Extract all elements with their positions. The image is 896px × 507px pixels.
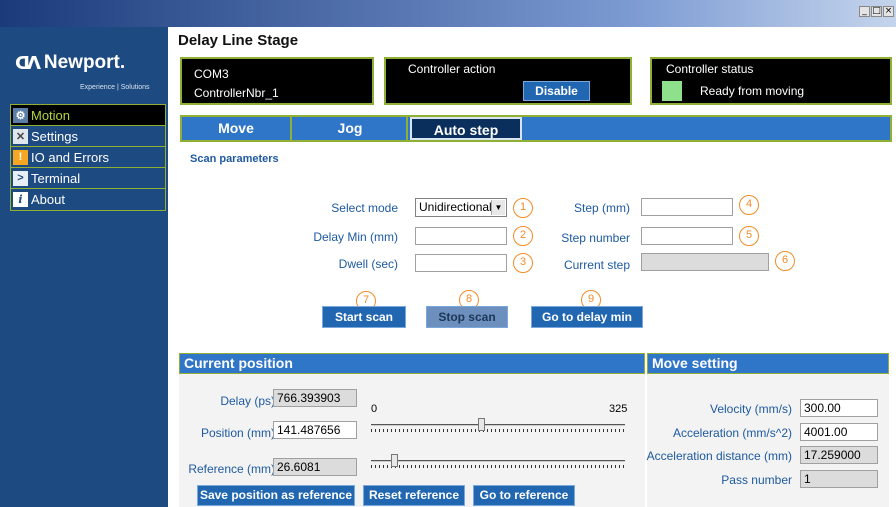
- marker-6: 6: [775, 251, 795, 271]
- dwell-label: Dwell (sec): [338, 257, 398, 271]
- marker-5: 5: [739, 226, 759, 246]
- window-controls: _ □ ×: [859, 6, 894, 17]
- marker-3: 3: [513, 253, 533, 273]
- current-step-field: [641, 253, 769, 271]
- delay-value: 766.393903: [273, 389, 357, 407]
- controller-action-label: Controller action: [408, 62, 496, 76]
- reference-value: 26.6081: [273, 458, 357, 476]
- sidebar-item-io-errors[interactable]: ! IO and Errors: [11, 147, 165, 168]
- controller-name: ControllerNbr_1: [194, 86, 279, 100]
- stop-scan-button[interactable]: Stop scan: [426, 306, 508, 328]
- go-to-delay-min-button[interactable]: Go to delay min: [531, 306, 643, 328]
- chevron-down-icon[interactable]: ▼: [491, 200, 505, 215]
- sidebar-item-label: About: [31, 192, 65, 207]
- newport-logo: ᗡᐱ Newport.: [15, 52, 125, 74]
- position-slider[interactable]: [371, 418, 625, 432]
- save-position-as-reference-button[interactable]: Save position as reference: [197, 485, 355, 506]
- warning-icon: !: [13, 149, 28, 165]
- select-mode-value: Unidirectional: [419, 200, 492, 214]
- sidebar-item-terminal[interactable]: > Terminal: [11, 168, 165, 189]
- velocity-field[interactable]: 300.00: [800, 399, 878, 417]
- controller-action-box: Controller action Disable: [384, 57, 632, 105]
- reference-label: Reference (mm): [188, 462, 275, 476]
- position-label: Position (mm): [200, 426, 275, 440]
- status-indicator: [662, 81, 682, 101]
- select-mode-dropdown[interactable]: Unidirectional ▼: [415, 198, 507, 217]
- move-setting-panel: Velocity (mm/s) 300.00 Acceleration (mm/…: [647, 374, 889, 507]
- step-number-field[interactable]: [641, 227, 733, 245]
- tab-auto-step[interactable]: Auto step: [410, 117, 522, 140]
- disable-button[interactable]: Disable: [523, 81, 590, 101]
- sidebar-item-label: Settings: [31, 128, 78, 144]
- pass-number-value: 1: [800, 470, 878, 488]
- main-content: Delay Line Stage COM3 ControllerNbr_1 Co…: [168, 27, 896, 507]
- marker-1: 1: [513, 198, 533, 218]
- slider-track: [371, 460, 625, 462]
- logo-tagline: Experience | Solutions: [80, 84, 150, 91]
- sidebar: ᗡᐱ Newport. Experience | Solutions ⚙ Mot…: [0, 27, 168, 507]
- minimize-button[interactable]: _: [859, 6, 870, 17]
- logo-text: Newport.: [43, 52, 126, 73]
- sidebar-item-motion[interactable]: ⚙ Motion: [11, 105, 165, 126]
- logo-mark: ᗡᐱ: [15, 52, 41, 74]
- current-position-header: Current position: [179, 353, 645, 374]
- velocity-label: Velocity (mm/s): [709, 402, 792, 416]
- scale-max: 325: [609, 403, 628, 415]
- title-bar: _ □ ×: [0, 0, 896, 27]
- sidebar-item-label: IO and Errors: [31, 149, 110, 165]
- position-value: 141.487656: [273, 421, 357, 439]
- acceleration-label: Acceleration (mm/s^2): [673, 426, 792, 440]
- marker-2: 2: [513, 226, 533, 246]
- info-icon: i: [13, 192, 28, 207]
- step-number-label: Step number: [561, 231, 630, 245]
- slider-ticks: [371, 429, 625, 432]
- reset-reference-button[interactable]: Reset reference: [363, 485, 465, 506]
- go-to-reference-button[interactable]: Go to reference: [473, 485, 575, 506]
- scan-parameters-title: Scan parameters: [190, 153, 279, 165]
- delay-min-field[interactable]: [415, 227, 507, 245]
- marker-4: 4: [739, 195, 759, 215]
- pass-number-label: Pass number: [721, 473, 792, 487]
- page-title: Delay Line Stage: [178, 32, 299, 49]
- port-label: COM3: [194, 67, 229, 81]
- controller-status-text: Ready from moving: [700, 84, 805, 98]
- slider-ticks: [371, 465, 625, 468]
- sidebar-item-label: Motion: [31, 107, 71, 123]
- delay-min-label: Delay Min (mm): [313, 230, 398, 244]
- slider-thumb[interactable]: [391, 454, 398, 467]
- slider-track: [371, 424, 625, 426]
- tab-bar: Move Jog Auto step: [180, 115, 892, 142]
- delay-label: Delay (ps): [220, 394, 275, 408]
- nav-list: ⚙ Motion ✕ Settings ! IO and Errors > Te…: [10, 104, 166, 211]
- accel-distance-label: Acceleration distance (mm): [646, 449, 792, 463]
- scale-min: 0: [371, 403, 378, 415]
- slider-thumb[interactable]: [478, 418, 485, 431]
- tab-jog[interactable]: Jog: [294, 117, 408, 140]
- current-step-label: Current step: [563, 258, 630, 272]
- terminal-icon: >: [13, 170, 28, 186]
- accel-distance-value: 17.259000: [800, 446, 878, 464]
- step-label: Step (mm): [573, 201, 630, 215]
- start-scan-button[interactable]: Start scan: [322, 306, 406, 328]
- tools-icon: ✕: [13, 128, 28, 144]
- reference-slider[interactable]: [371, 454, 625, 468]
- gear-icon: ⚙: [13, 107, 28, 123]
- close-button[interactable]: ×: [883, 6, 894, 17]
- tab-move[interactable]: Move: [182, 117, 292, 140]
- acceleration-field[interactable]: 4001.00: [800, 423, 878, 441]
- step-field[interactable]: [641, 198, 733, 216]
- maximize-button[interactable]: □: [871, 6, 882, 17]
- controller-status-box: Controller status Ready from moving: [650, 57, 892, 105]
- sidebar-item-label: Terminal: [31, 170, 81, 186]
- sidebar-item-settings[interactable]: ✕ Settings: [11, 126, 165, 147]
- move-setting-header: Move setting: [647, 353, 889, 374]
- dwell-field[interactable]: [415, 254, 507, 272]
- connection-box: COM3 ControllerNbr_1: [180, 57, 374, 105]
- sidebar-item-about[interactable]: i About: [11, 189, 165, 210]
- select-mode-label: Select mode: [331, 201, 398, 215]
- controller-status-label: Controller status: [666, 62, 754, 76]
